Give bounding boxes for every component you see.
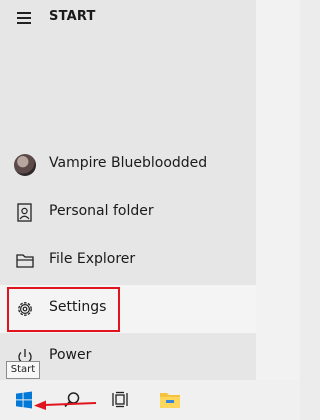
file-explorer-item[interactable]: File Explorer — [0, 237, 256, 285]
task-view-icon — [112, 391, 128, 408]
power-label: Power — [49, 347, 92, 363]
start-menu: START Vampire Bluebloodded Personal fold… — [0, 0, 256, 380]
file-explorer-taskbar-button[interactable] — [146, 380, 194, 420]
start-menu-title: START — [49, 9, 96, 24]
start-tiles-pane — [256, 0, 300, 380]
settings-label: Settings — [49, 299, 107, 315]
user-account-label: Vampire Bluebloodded — [49, 155, 208, 171]
gear-icon — [13, 297, 37, 321]
personal-folder-item[interactable]: Personal folder — [0, 189, 256, 237]
settings-item[interactable]: Settings — [0, 285, 256, 333]
user-avatar-icon — [13, 153, 37, 177]
start-tooltip: Start — [6, 361, 40, 379]
file-explorer-label: File Explorer — [49, 251, 136, 267]
windows-logo-icon — [16, 391, 32, 409]
personal-folder-label: Personal folder — [49, 203, 154, 219]
hamburger-menu-icon[interactable] — [17, 12, 31, 24]
user-account-item[interactable]: Vampire Bluebloodded — [0, 141, 256, 189]
personal-folder-icon — [13, 201, 37, 225]
red-arrow-icon — [34, 400, 96, 410]
task-view-button[interactable] — [96, 380, 144, 420]
folder-icon — [160, 393, 180, 408]
file-explorer-icon — [13, 249, 37, 273]
start-menu-header: START — [0, 0, 256, 38]
